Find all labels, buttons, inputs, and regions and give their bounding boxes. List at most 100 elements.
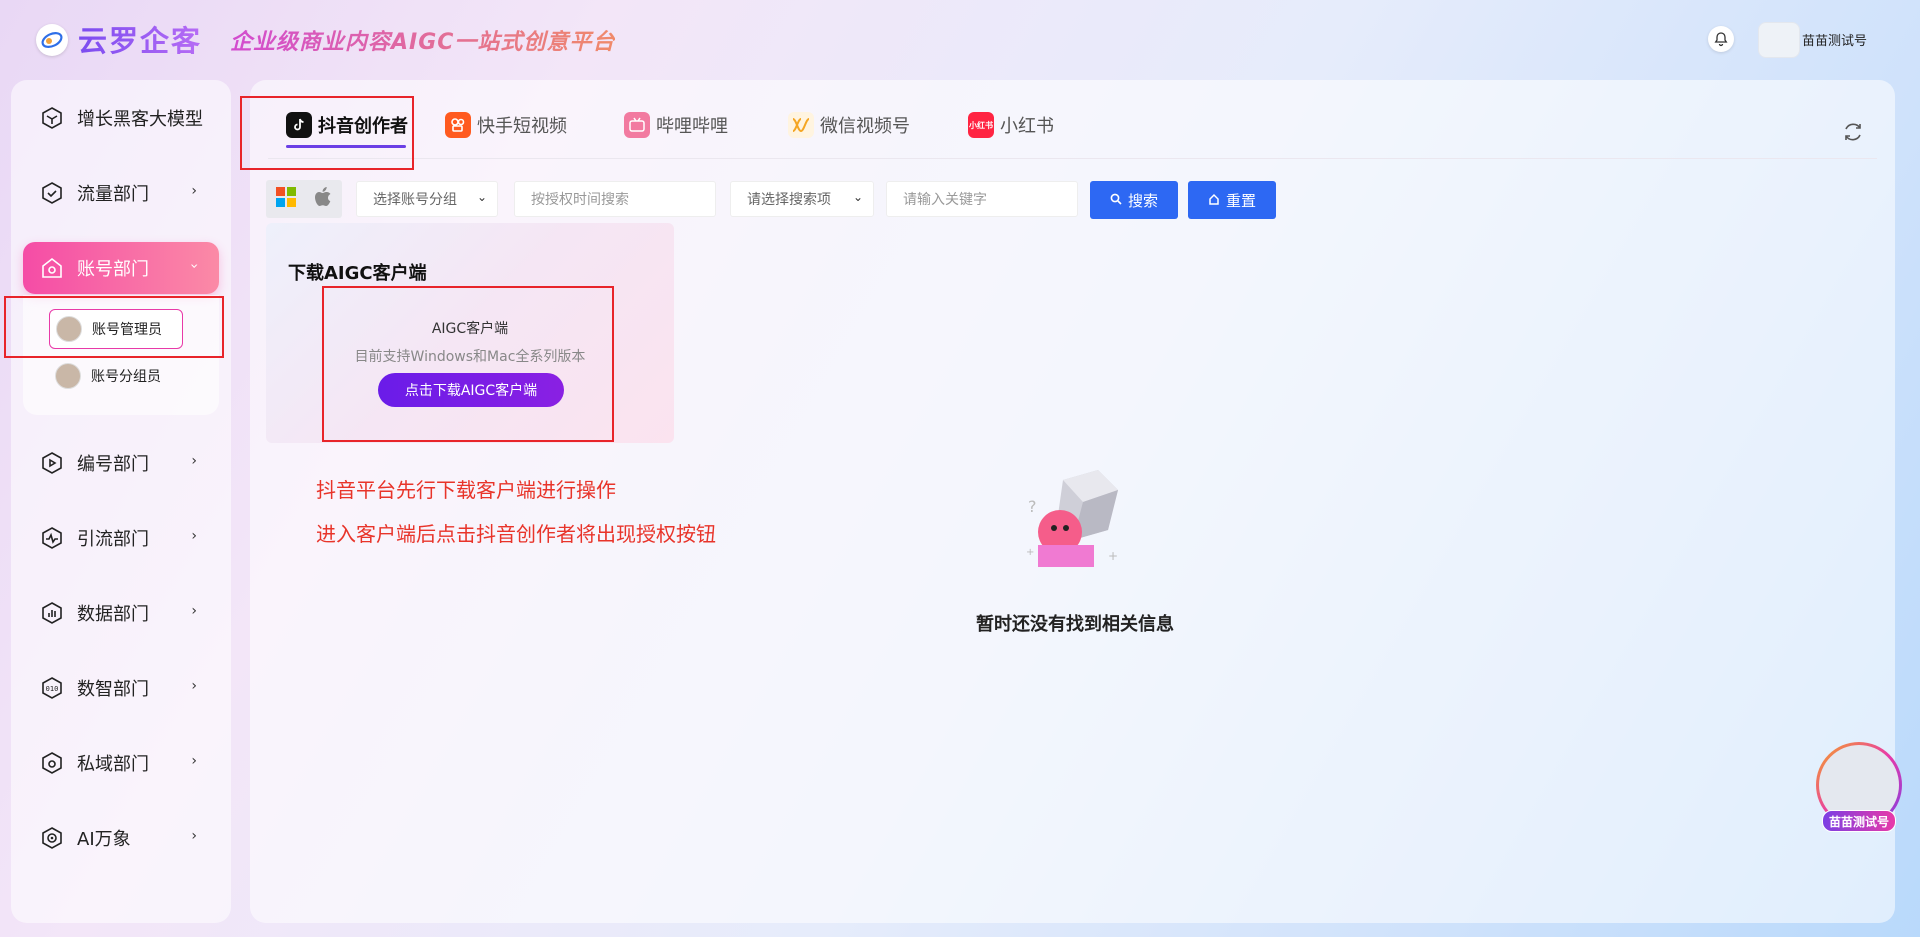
play-icon: [39, 450, 65, 476]
svg-text:+: +: [1108, 549, 1118, 563]
sidebar-item-smart-data[interactable]: 010 数智部门 ›: [23, 662, 219, 714]
avatar: [56, 316, 82, 342]
button-label: 重置: [1225, 191, 1256, 210]
sidebar-item-traffic[interactable]: 流量部门 ›: [23, 167, 219, 219]
sidebar-item-label: 账号部门: [77, 259, 149, 280]
tab-xiaohongshu[interactable]: 小红书 小红书: [968, 112, 1054, 138]
button-label: 搜索: [1127, 191, 1158, 210]
tab-douyin[interactable]: 抖音创作者: [286, 112, 408, 138]
account-submenu: 账号管理员 账号分组员: [23, 295, 219, 415]
sidebar-item-growth-model[interactable]: 增长黑客大模型: [23, 92, 219, 144]
svg-text:+: +: [1026, 547, 1034, 558]
sidebar-item-label: 私域部门: [77, 754, 149, 775]
input-placeholder: 请输入关键字: [903, 192, 987, 208]
sidebar-item-numbering[interactable]: 编号部门 ›: [23, 437, 219, 489]
submenu-item-account-manager[interactable]: 账号管理员: [49, 309, 183, 349]
tab-label: 哔哩哔哩: [656, 116, 728, 137]
support-text: 目前支持Windows和Mac全系列版本: [354, 349, 586, 365]
tab-label: 微信视频号: [820, 116, 910, 137]
keyword-input[interactable]: 请输入关键字: [886, 181, 1078, 217]
header: 云罗企客 企业级商业内容AIGC一站式创意平台 苗苗测试号: [0, 0, 1920, 78]
tab-label: 小红书: [1000, 116, 1054, 137]
sidebar-item-account[interactable]: 账号部门 ›: [23, 242, 219, 294]
sidebar-item-data[interactable]: 数据部门 ›: [23, 587, 219, 639]
input-placeholder: 按授权时间搜索: [531, 192, 629, 208]
pulse-icon: [39, 525, 65, 551]
chevron-right-icon: ›: [191, 678, 197, 694]
sidebar-item-label: 数据部门: [77, 604, 149, 625]
chevron-right-icon: ›: [191, 603, 197, 619]
logo-icon[interactable]: [36, 24, 68, 56]
chevron-right-icon: ›: [191, 528, 197, 544]
wechat-channels-icon: [788, 112, 814, 138]
sidebar-item-label: 流量部门: [77, 184, 149, 205]
auth-time-input[interactable]: 按授权时间搜索: [514, 181, 716, 217]
sidebar-item-label: 引流部门: [77, 529, 149, 550]
binary-icon: 010: [39, 675, 65, 701]
tab-wechat-channels[interactable]: 微信视频号: [788, 112, 910, 138]
search-button[interactable]: 搜索: [1090, 181, 1178, 219]
annotation-text-2: 进入客户端后点击抖音创作者将出现授权按钮: [316, 522, 716, 546]
tab-label: 快手短视频: [477, 116, 567, 137]
lock-icon: [39, 750, 65, 776]
bell-icon[interactable]: [1708, 26, 1734, 52]
submenu-item-account-grouper[interactable]: 账号分组员: [55, 363, 161, 389]
svg-text:010: 010: [46, 685, 59, 693]
user-name[interactable]: 苗苗测试号: [1802, 30, 1867, 49]
search-icon: [1110, 191, 1122, 209]
card-title: 下载AIGC客户端: [288, 263, 427, 284]
refresh-icon[interactable]: [1841, 120, 1865, 144]
kuaishou-icon: [445, 112, 471, 138]
sidebar-item-label: AI万象: [77, 829, 131, 850]
sidebar-item-private-domain[interactable]: 私域部门 ›: [23, 737, 219, 789]
select-value: 请选择搜索项: [747, 192, 831, 208]
submenu-item-label: 账号管理员: [92, 322, 162, 338]
tiktok-icon: [286, 112, 312, 138]
chevron-down-icon: ⌄: [476, 190, 487, 204]
sidebar: 增长黑客大模型 流量部门 › 账号部门 › 账号管理员 账号分组员 编号部门 ›…: [11, 80, 231, 923]
bilibili-icon: [624, 112, 650, 138]
avatar: [55, 363, 81, 389]
ai-icon: [39, 825, 65, 851]
empty-state-message: 暂时还没有找到相关信息: [976, 614, 1174, 635]
os-switch[interactable]: [266, 180, 342, 218]
empty-state-illustration: ? + +: [1008, 450, 1138, 580]
apple-icon[interactable]: [314, 186, 334, 212]
search-item-select[interactable]: 请选择搜索项 ⌄: [730, 181, 874, 217]
sidebar-item-label: 编号部门: [77, 454, 149, 475]
user-avatar[interactable]: [1758, 22, 1800, 58]
download-card: 下载AIGC客户端 AIGC客户端 目前支持Windows和Mac全系列版本 点…: [266, 223, 674, 443]
chevron-right-icon: ›: [191, 453, 197, 469]
chevron-down-icon: ⌄: [852, 190, 863, 204]
sidebar-item-lead-gen[interactable]: 引流部门 ›: [23, 512, 219, 564]
reset-icon: [1208, 191, 1220, 209]
sidebar-item-ai[interactable]: AI万象 ›: [23, 812, 219, 864]
xiaohongshu-icon: 小红书: [968, 112, 994, 138]
platform-tabs: 抖音创作者 快手短视频 哔哩哔哩 微信视频号 小红书 小红书: [268, 102, 1877, 159]
tab-kuaishou[interactable]: 快手短视频: [445, 112, 567, 138]
reset-button[interactable]: 重置: [1188, 181, 1276, 219]
chevron-right-icon: ›: [191, 753, 197, 769]
slogan: 企业级商业内容AIGC一站式创意平台: [230, 24, 615, 56]
annotation-text-1: 抖音平台先行下载客户端进行操作: [316, 478, 616, 502]
svg-text:?: ?: [1028, 497, 1037, 516]
account-group-select[interactable]: 选择账号分组 ⌄: [356, 181, 498, 217]
floating-assistant-badge[interactable]: 苗苗测试号: [1822, 810, 1896, 832]
chevron-right-icon: ›: [191, 828, 197, 844]
download-client-button[interactable]: 点击下载AIGC客户端: [378, 373, 564, 407]
shield-check-icon: [39, 180, 65, 206]
tab-label: 抖音创作者: [318, 116, 408, 137]
active-tab-indicator: [286, 145, 406, 148]
bar-chart-icon: [39, 600, 65, 626]
chevron-right-icon: ›: [191, 183, 197, 199]
client-name: AIGC客户端: [431, 321, 509, 337]
select-value: 选择账号分组: [373, 192, 457, 208]
sidebar-item-label: 增长黑客大模型: [77, 109, 203, 130]
cube-icon: [39, 105, 65, 131]
sidebar-item-label: 数智部门: [77, 679, 149, 700]
tab-bilibili[interactable]: 哔哩哔哩: [624, 112, 728, 138]
app-title: 云罗企客: [78, 18, 202, 60]
home-icon: [39, 255, 65, 281]
submenu-item-label: 账号分组员: [91, 369, 161, 385]
windows-icon[interactable]: [275, 186, 297, 212]
